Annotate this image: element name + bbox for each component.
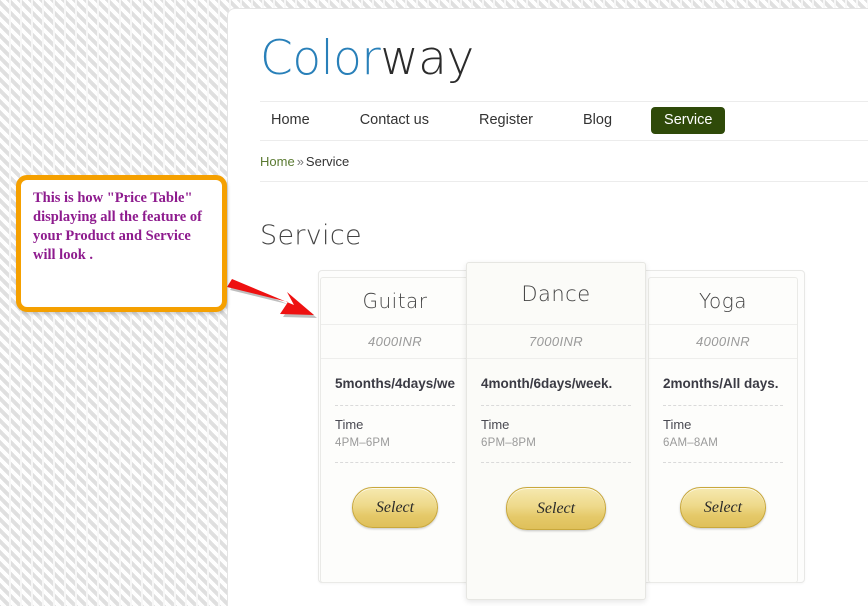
price-card-title: Yoga [649, 278, 797, 325]
nav-item-register[interactable]: Register [468, 107, 544, 134]
price-card-title: Guitar [321, 278, 469, 325]
annotation-text: This is how "Price Table" displaying all… [33, 190, 202, 264]
price-card-feature-main: 2months/All days. [663, 359, 783, 406]
logo-text-color: Color [260, 31, 381, 86]
price-card-feature-main: 4month/6days/week. [481, 359, 631, 406]
nav-item-service[interactable]: Service [651, 107, 726, 135]
logo-text-way: way [380, 31, 474, 86]
feature-value: 6PM–8PM [481, 437, 537, 449]
site-content-wrapper: Colorway Home Contact us Register Blog S… [260, 9, 868, 277]
breadcrumb-separator: » [296, 153, 304, 169]
main-navigation: Home Contact us Register Blog Service [260, 100, 868, 141]
breadcrumb-home-link[interactable]: Home [260, 154, 295, 169]
nav-item-home[interactable]: Home [260, 107, 321, 134]
feature-label: Time [663, 417, 692, 432]
feature-value: 4PM–6PM [335, 437, 391, 449]
breadcrumb-divider [260, 180, 868, 182]
price-card-feature-time: Time 6AM–8AM [663, 406, 783, 463]
annotation-callout-box: This is how "Price Table" displaying all… [16, 175, 227, 312]
breadcrumb-current: Service [305, 153, 350, 169]
price-card-feature-main: 5months/4days/week. [335, 359, 455, 406]
feature-label: Time [481, 417, 510, 432]
price-card-guitar[interactable]: Guitar 4000INR 5months/4days/week. Time … [320, 277, 470, 583]
select-button-wrap: Select [481, 487, 631, 530]
price-card-price: 4000INR [649, 325, 797, 359]
page-title: Service [260, 219, 362, 251]
feature-label: Time [335, 417, 364, 432]
nav-item-contact-us[interactable]: Contact us [349, 107, 440, 134]
price-card-title: Dance [467, 263, 645, 325]
feature-value: 6AM–8AM [663, 437, 719, 449]
select-button-yoga[interactable]: Select [680, 487, 766, 528]
select-button-wrap: Select [663, 487, 783, 528]
select-button-dance[interactable]: Select [506, 487, 606, 530]
select-button-wrap: Select [335, 487, 455, 528]
price-card-price: 7000INR [467, 325, 645, 359]
price-card-body: 2months/All days. Time 6AM–8AM Select [649, 359, 797, 528]
price-card-feature-time: Time 6PM–8PM [481, 406, 631, 463]
price-card-feature-time: Time 4PM–6PM [335, 406, 455, 463]
price-card-yoga[interactable]: Yoga 4000INR 2months/All days. Time 6AM–… [648, 277, 798, 583]
price-card-dance[interactable]: Dance 7000INR 4month/6days/week. Time 6P… [466, 262, 646, 600]
breadcrumb: Home» Service [260, 141, 868, 181]
price-card-body: 4month/6days/week. Time 6PM–8PM Select [467, 359, 645, 530]
price-card-body: 5months/4days/week. Time 4PM–6PM Select [321, 359, 469, 528]
select-button-guitar[interactable]: Select [352, 487, 438, 528]
price-card-price: 4000INR [321, 325, 469, 359]
site-logo[interactable]: Colorway [260, 9, 868, 97]
nav-item-blog[interactable]: Blog [572, 107, 623, 134]
